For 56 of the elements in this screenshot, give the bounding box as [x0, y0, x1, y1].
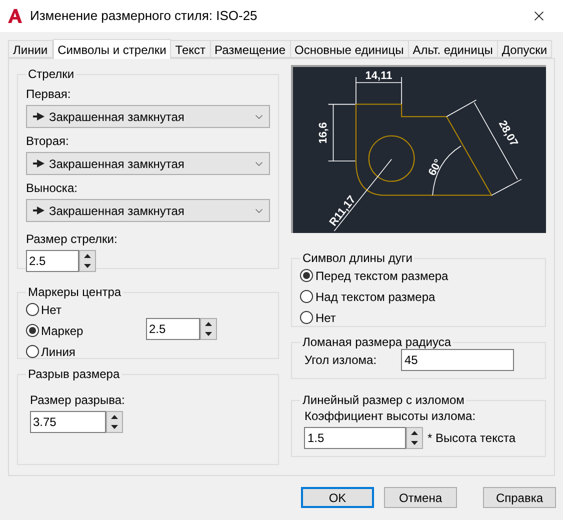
arrowhead-icon	[33, 112, 45, 121]
spin-buttons[interactable]	[200, 318, 217, 340]
field-label: Вторая:	[26, 133, 70, 150]
radio-label[interactable]: Нет	[41, 300, 62, 318]
angle-field[interactable]: 45	[401, 349, 514, 371]
dialog-button[interactable]: Справка	[483, 487, 556, 508]
field-label: Первая:	[26, 86, 72, 103]
dialog-button[interactable]: OK	[301, 487, 374, 508]
field-label: Коэффициент высоты излома:	[304, 408, 477, 425]
dimension-label: 60°	[426, 157, 446, 178]
radio-label[interactable]: Линия	[41, 342, 76, 360]
tab[interactable]: Допуски	[498, 40, 552, 58]
arrowhead-icon	[33, 206, 45, 215]
dropdown[interactable]: Закрашенная замкнутая	[26, 105, 270, 128]
radio-label[interactable]: Перед текстом размера	[315, 266, 448, 284]
group-title: Символ длины дуги	[301, 250, 414, 267]
group-title: Линейный размер с изломом	[301, 392, 466, 409]
app-logo-icon	[8, 9, 22, 23]
group-title: Ломаная размера радиуса	[301, 334, 452, 351]
tab[interactable]: Основные единицы	[290, 40, 409, 58]
spin-buttons[interactable]	[106, 411, 123, 433]
field-label: Угол излома:	[304, 352, 378, 369]
dialog-button[interactable]: Отмена	[384, 487, 457, 508]
window-title: Изменение размерного стиля: ISO-25	[30, 7, 258, 26]
group-title: Маркеры центра	[27, 284, 122, 301]
radio-button[interactable]	[300, 269, 314, 282]
number-field[interactable]: 1.5	[304, 427, 406, 449]
dropdown[interactable]: Закрашенная замкнутая	[26, 152, 270, 175]
tab[interactable]: Альт. единицы	[408, 40, 498, 58]
dimension-label: 16,6	[318, 122, 330, 144]
tab[interactable]: Текст	[171, 40, 211, 58]
radio-button[interactable]	[26, 324, 39, 337]
field-label: Размер стрелки:	[26, 231, 118, 248]
radio-label[interactable]: Нет	[315, 308, 336, 326]
number-field[interactable]: 2.5	[146, 318, 200, 340]
spin-buttons[interactable]	[79, 250, 96, 272]
group-title: Разрыв размера	[27, 366, 121, 383]
number-field[interactable]: 3.75	[30, 411, 106, 433]
field-label: Размер разрыва:	[30, 392, 126, 409]
radio-button[interactable]	[26, 303, 39, 316]
tab[interactable]: Размещение	[210, 40, 291, 58]
radio-button[interactable]	[26, 345, 39, 358]
tab[interactable]: Линии	[8, 40, 53, 58]
radio-button[interactable]	[300, 290, 314, 303]
group-title: Стрелки	[27, 66, 76, 83]
unit-label: * Высота текста	[427, 430, 516, 447]
tab[interactable]: Символы и стрелки	[52, 39, 172, 59]
spin-buttons[interactable]	[406, 427, 424, 449]
dropdown[interactable]: Закрашенная замкнутая	[26, 199, 270, 222]
dimension-label: 14,11	[366, 70, 393, 82]
number-field[interactable]: 2.5	[26, 250, 79, 272]
radio-label[interactable]: Маркер	[41, 322, 84, 340]
radio-button[interactable]	[300, 311, 314, 324]
radio-label[interactable]: Над текстом размера	[315, 288, 436, 306]
arrowhead-icon	[33, 159, 45, 168]
field-label: Выноска:	[26, 180, 78, 197]
